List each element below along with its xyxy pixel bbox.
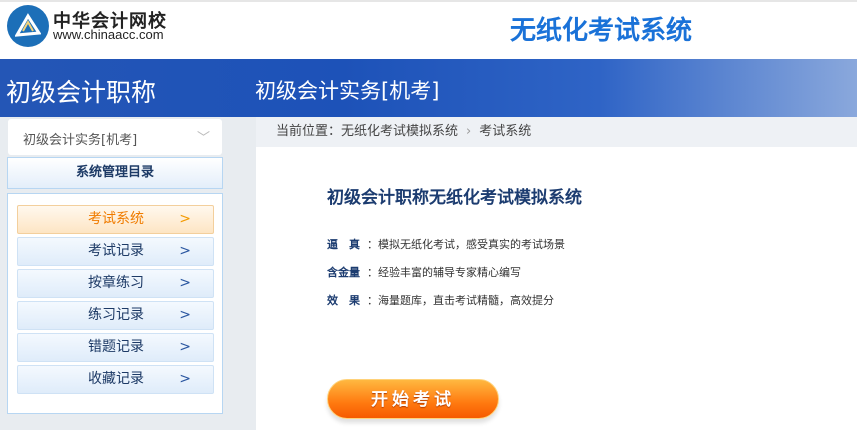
menu-item-label: 收藏记录 [88,371,144,387]
feature-text: ：海量题库，直击考试精髓，高效提分 [367,294,554,307]
menu-item-exam-system[interactable]: 考试系统 > [17,205,214,234]
chevron-right-icon: > [179,243,191,259]
top-header: 中华会计网校 www.chinaacc.com 无纸化考试系统 [0,0,857,59]
feature-text: ：模拟无纸化考试，感受真实的考试场景 [367,238,565,251]
menu-item-label: 错题记录 [88,339,144,355]
menu-title: 系统管理目录 [7,157,223,189]
start-exam-button[interactable]: 开始考试 [327,379,499,419]
menu-item-label: 考试记录 [88,243,144,259]
course-title: 初级会计实务[机考] [255,79,440,103]
chevron-right-icon: > [179,307,191,323]
course-select-value: 初级会计实务[机考] [23,133,138,148]
course-select[interactable]: 初级会计实务[机考] ﹀ [8,119,222,155]
breadcrumb-prefix: 当前位置： [276,124,342,139]
feature-key: 含金量 [327,266,360,279]
exam-category-title: 初级会计职称 [6,78,157,107]
menu-item-label: 按章练习 [88,275,144,291]
menu-item-exam-records[interactable]: 考试记录 > [17,237,214,266]
menu-item-wrong-answers[interactable]: 错题记录 > [17,333,214,362]
chevron-right-icon: › [466,124,472,139]
main-title: 初级会计职称无纸化考试模拟系统 [327,188,582,208]
feature-key: 逼 真 [327,238,360,251]
chevron-down-icon: ﹀ [196,131,210,146]
logo-url: www.chinaacc.com [53,27,164,42]
chevron-right-icon: > [179,211,191,227]
menu-item-favorites[interactable]: 收藏记录 > [17,365,214,394]
chevron-right-icon: > [179,371,191,387]
breadcrumb-current: 考试系统 [479,124,532,139]
system-title: 无纸化考试系统 [510,16,693,46]
feature-item: 逼 真 ：模拟无纸化考试，感受真实的考试场景 [327,236,565,252]
banner: 初级会计职称 初级会计实务[机考] [0,59,857,117]
feature-text: ：经验丰富的辅导专家精心编写 [367,266,521,279]
menu-item-practice-records[interactable]: 练习记录 > [17,301,214,330]
menu-item-label: 考试系统 [88,211,144,227]
feature-item: 含金量 ：经验丰富的辅导专家精心编写 [327,264,521,280]
menu-item-chapter-practice[interactable]: 按章练习 > [17,269,214,298]
feature-item: 效 果 ：海量题库，直击考试精髓，高效提分 [327,292,554,308]
sidebar: 初级会计实务[机考] ﹀ 系统管理目录 考试系统 > 考试记录 > 按章练习 > 练习记… [0,117,256,430]
breadcrumb-link[interactable]: 无纸化考试模拟系统 [341,124,458,139]
logo-icon[interactable] [7,5,49,47]
breadcrumb: 当前位置：无纸化考试模拟系统 › 考试系统 [256,117,857,147]
chevron-right-icon: > [179,339,191,355]
menu-item-label: 练习记录 [88,307,144,323]
chevron-right-icon: > [179,275,191,291]
feature-key: 效 果 [327,294,360,307]
menu-panel: 考试系统 > 考试记录 > 按章练习 > 练习记录 > 错题记录 > 收藏记录 > [7,193,223,414]
